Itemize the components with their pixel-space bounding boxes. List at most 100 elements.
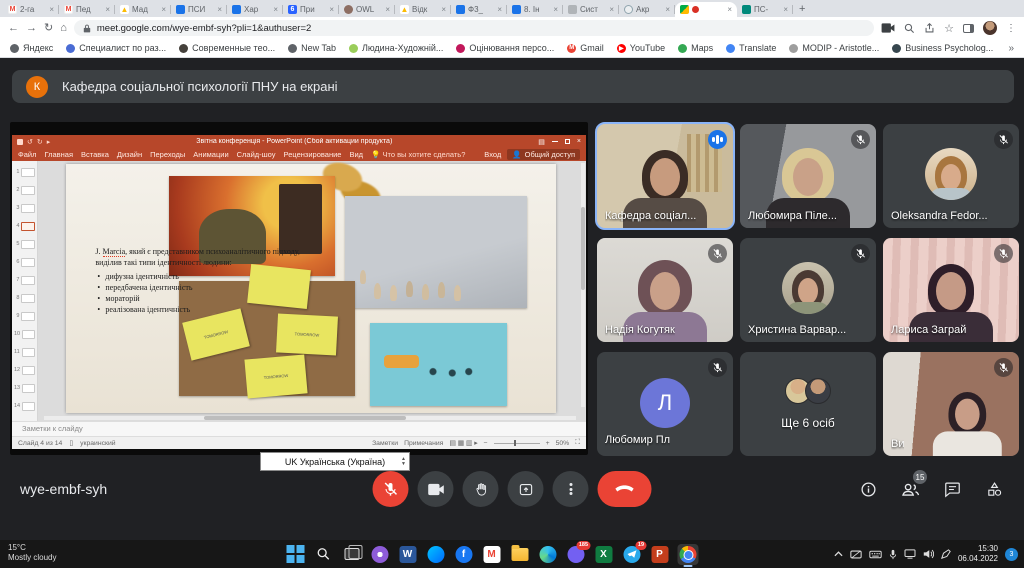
bookmark-star-icon[interactable]: ☆ — [944, 22, 954, 35]
search-button[interactable] — [313, 544, 334, 565]
bookmark-item[interactable]: Maps — [678, 43, 713, 53]
slide-thumbnail[interactable]: 14 — [12, 397, 37, 415]
chat-icon[interactable] — [942, 479, 962, 499]
zoom-in-icon[interactable]: + — [546, 440, 550, 447]
new-tab-button[interactable]: + — [799, 3, 805, 15]
slide-thumbnail[interactable]: 11 — [12, 343, 37, 361]
clock-widget[interactable]: 15:30 06.04.2022 — [958, 544, 998, 564]
close-button[interactable]: × — [577, 138, 581, 145]
app-viber[interactable]: 185 — [565, 544, 586, 565]
self-tile[interactable]: Ви — [883, 352, 1019, 456]
microphone-tray-icon[interactable] — [889, 549, 897, 560]
participant-tile[interactable]: Л Любомир Пл — [597, 352, 733, 456]
browser-tab[interactable]: Сист× — [563, 2, 619, 17]
browser-tab[interactable]: × — [675, 2, 737, 17]
slide-thumbnail-panel[interactable]: 1234567891011121314 — [12, 161, 38, 421]
app-powerpoint[interactable]: P — [649, 544, 670, 565]
app-camera[interactable] — [369, 544, 390, 565]
bookmark-item[interactable]: Специалист по раз... — [66, 43, 166, 53]
notes-toggle[interactable]: Заметки — [372, 440, 398, 447]
browser-tab[interactable]: MПед× — [59, 2, 115, 17]
tab-close-icon[interactable]: × — [609, 5, 614, 14]
menu-view[interactable]: Вид — [349, 150, 363, 159]
browser-tab[interactable]: Хар× — [227, 2, 283, 17]
tab-close-icon[interactable]: × — [665, 5, 670, 14]
browser-tab[interactable]: ▲Мад× — [115, 2, 171, 17]
slide-thumbnail[interactable]: 4 — [12, 217, 37, 235]
tray-expand-icon[interactable] — [834, 551, 843, 557]
camera-toggle-button[interactable] — [418, 471, 454, 507]
volume-icon[interactable] — [923, 549, 934, 559]
app-word[interactable]: W — [397, 544, 418, 565]
more-options-button[interactable] — [553, 471, 589, 507]
browser-tab[interactable]: Акр× — [619, 2, 675, 17]
tab-close-icon[interactable]: × — [161, 5, 166, 14]
bookmark-item[interactable]: Людина-Художній... — [349, 43, 443, 53]
lock-icon[interactable] — [83, 24, 91, 33]
camera-in-use-icon[interactable] — [881, 23, 895, 33]
participant-tile[interactable]: Любомира Піле... — [740, 124, 876, 228]
app-gmail[interactable]: M — [481, 544, 502, 565]
start-button[interactable] — [285, 544, 306, 565]
tab-close-icon[interactable]: × — [217, 5, 222, 14]
slide-thumbnail[interactable]: 6 — [12, 253, 37, 271]
menu-design[interactable]: Дизайн — [117, 150, 142, 159]
menu-file[interactable]: Файл — [18, 150, 36, 159]
mic-toggle-button[interactable] — [373, 471, 409, 507]
overflow-participants-tile[interactable]: Ще 6 осіб — [740, 352, 876, 456]
browser-tab[interactable]: ПС-× — [737, 2, 793, 17]
fit-slide-icon[interactable]: ⛶ — [575, 439, 580, 447]
notes-pane[interactable]: Заметки к слайду — [12, 421, 586, 436]
participants-icon[interactable]: 15 — [900, 479, 920, 499]
participant-tile[interactable]: Христина Варвар... — [740, 238, 876, 342]
bookmark-item[interactable]: ▶YouTube — [617, 43, 665, 53]
profile-avatar[interactable] — [983, 21, 997, 35]
participant-tile[interactable]: Oleksandra Fedor... — [883, 124, 1019, 228]
menu-transitions[interactable]: Переходы — [150, 150, 185, 159]
slide-thumbnail[interactable]: 13 — [12, 379, 37, 397]
bookmark-item[interactable]: New Tab — [288, 43, 336, 53]
minimize-button[interactable] — [552, 141, 558, 143]
bookmark-item[interactable]: MGmail — [567, 43, 604, 53]
app-facebook[interactable]: f — [453, 544, 474, 565]
menu-home[interactable]: Главная — [44, 150, 73, 159]
bookmark-item[interactable]: MODIP - Aristotle... — [789, 43, 879, 53]
slideshow-icon[interactable]: ▸ — [47, 138, 51, 146]
home-button[interactable]: ⌂ — [60, 23, 67, 34]
reload-button[interactable]: ↻ — [44, 23, 53, 34]
bookmarks-overflow-icon[interactable]: » — [1008, 43, 1014, 54]
participant-tile[interactable]: Лариса Заграй — [883, 238, 1019, 342]
bookmark-item[interactable]: Яндекс — [10, 43, 53, 53]
language-indicator[interactable]: украинский — [80, 440, 115, 447]
ribbon-options-icon[interactable]: ▤ — [538, 138, 545, 146]
app-excel[interactable]: X — [593, 544, 614, 565]
app-chrome-active[interactable] — [677, 544, 698, 565]
browser-tab[interactable]: ▲Відк× — [395, 2, 451, 17]
slide-thumbnail[interactable]: 8 — [12, 289, 37, 307]
screen-share-stage[interactable]: ↺↻▸ Звітна конференція - PowerPoint (Сбо… — [10, 122, 588, 455]
sign-in-link[interactable]: Вход — [484, 150, 501, 159]
comments-toggle[interactable]: Примечания — [404, 440, 443, 447]
menu-slideshow[interactable]: Слайд-шоу — [237, 150, 276, 159]
browser-tab[interactable]: M2-га× — [3, 2, 59, 17]
slide-thumbnail[interactable]: 12 — [12, 361, 37, 379]
share-icon[interactable] — [924, 23, 935, 34]
app-edge[interactable] — [537, 544, 558, 565]
present-screen-button[interactable] — [508, 471, 544, 507]
caption-language-select[interactable]: UK Українська (Україна) ▲▼ — [260, 452, 410, 471]
app-telegram[interactable]: 19 — [621, 544, 642, 565]
weather-widget[interactable]: 15°C Mostly cloudy — [8, 543, 56, 563]
touchpad-icon[interactable] — [850, 550, 862, 559]
tab-close-icon[interactable]: × — [49, 5, 54, 14]
view-buttons[interactable]: ▤ ▦ ▥ ▸ — [449, 439, 477, 447]
tell-me-box[interactable]: 💡 Что вы хотите сделать? — [371, 150, 465, 159]
bookmark-item[interactable]: Оцінювання персо... — [456, 43, 554, 53]
tab-close-icon[interactable]: × — [497, 5, 502, 14]
browser-tab[interactable]: 8. Ін× — [507, 2, 563, 17]
bookmark-item[interactable]: Business Psycholog... — [892, 43, 993, 53]
slide-thumbnail[interactable]: 5 — [12, 235, 37, 253]
tab-close-icon[interactable]: × — [727, 5, 732, 14]
address-bar[interactable]: meet.google.com/wye-embf-syh?pli=1&authu… — [74, 20, 874, 36]
zoom-percent[interactable]: 50% — [556, 440, 570, 447]
tab-close-icon[interactable]: × — [105, 5, 110, 14]
